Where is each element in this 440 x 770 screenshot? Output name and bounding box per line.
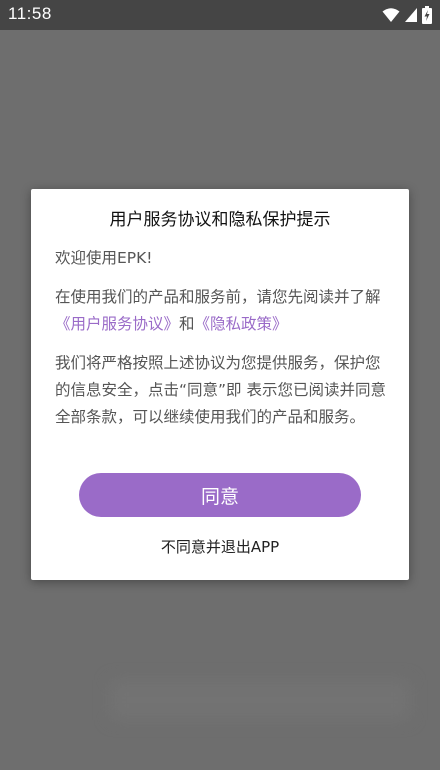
status-time: 11:58	[8, 4, 52, 23]
battery-charging-icon	[422, 6, 432, 24]
intro-paragraph: 在使用我们的产品和服务前，请您先阅读并了解《用户服务协议》和《隐私政策》	[55, 284, 387, 338]
and-text: 和	[179, 315, 195, 333]
commitment-text: 我们将严格按照上述协议为您提供服务，保护您的信息安全，点击“同意”即 表示您已阅…	[55, 354, 386, 426]
wifi-icon	[382, 7, 400, 23]
status-bar: 11:58	[0, 0, 440, 30]
background-content-blur	[110, 680, 410, 720]
intro-text: 在使用我们的产品和服务前，请您先阅读并了解	[55, 288, 381, 306]
agree-button[interactable]: 同意	[79, 473, 361, 517]
status-icons	[382, 6, 432, 24]
dialog-title: 用户服务协议和隐私保护提示	[109, 210, 331, 230]
privacy-consent-dialog: 用户服务协议和隐私保护提示 欢迎使用EPK! 在使用我们的产品和服务前，请您先阅…	[31, 189, 409, 580]
user-agreement-link[interactable]: 《用户服务协议》	[55, 315, 179, 333]
cellular-signal-icon	[404, 7, 418, 23]
dialog-body: 欢迎使用EPK! 在使用我们的产品和服务前，请您先阅读并了解《用户服务协议》和《…	[55, 245, 387, 443]
welcome-text: 欢迎使用EPK!	[55, 249, 153, 267]
disagree-exit-button[interactable]: 不同意并退出APP	[31, 536, 409, 557]
privacy-policy-link[interactable]: 《隐私政策》	[195, 315, 288, 333]
